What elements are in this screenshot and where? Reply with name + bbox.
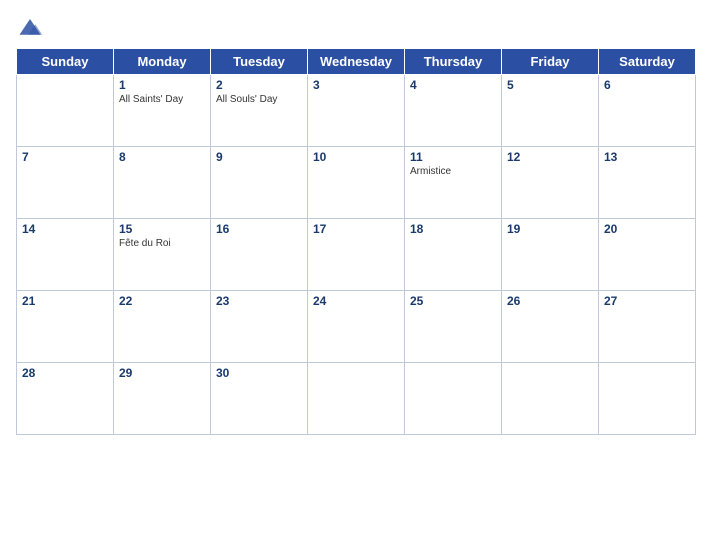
calendar-week-1: 1 All Saints' Day 2 All Souls' Day 3456: [17, 75, 696, 147]
day-number: 2: [216, 78, 302, 92]
holiday-label: Fête du Roi: [119, 238, 205, 249]
calendar-cell[interactable]: 27: [599, 291, 696, 363]
calendar-cell[interactable]: [599, 363, 696, 435]
calendar-cell[interactable]: [502, 363, 599, 435]
calendar-cell[interactable]: 18: [405, 219, 502, 291]
calendar-cell[interactable]: 20: [599, 219, 696, 291]
logo: [16, 12, 48, 40]
calendar-cell[interactable]: 21: [17, 291, 114, 363]
calendar-cell[interactable]: 9: [211, 147, 308, 219]
calendar-week-3: 14 15 Fête du Roi 16 17 18 19 20: [17, 219, 696, 291]
day-number: 14: [22, 222, 108, 236]
day-number: 18: [410, 222, 496, 236]
weekday-header-wednesday: Wednesday: [308, 49, 405, 75]
logo-icon: [16, 12, 44, 40]
day-number: 24: [313, 294, 399, 308]
weekday-header-tuesday: Tuesday: [211, 49, 308, 75]
calendar-cell[interactable]: 19: [502, 219, 599, 291]
holiday-label: Armistice: [410, 166, 496, 177]
day-number: 17: [313, 222, 399, 236]
calendar-cell[interactable]: 17: [308, 219, 405, 291]
calendar-cell[interactable]: 7: [17, 147, 114, 219]
weekday-header-sunday: Sunday: [17, 49, 114, 75]
calendar-cell[interactable]: 8: [114, 147, 211, 219]
weekday-header-monday: Monday: [114, 49, 211, 75]
day-number: 4: [410, 78, 496, 92]
day-number: 19: [507, 222, 593, 236]
day-number: 6: [604, 78, 690, 92]
calendar-cell[interactable]: 6: [599, 75, 696, 147]
calendar-cell[interactable]: [17, 75, 114, 147]
day-number: 13: [604, 150, 690, 164]
calendar-cell[interactable]: 22: [114, 291, 211, 363]
calendar-cell[interactable]: 12: [502, 147, 599, 219]
calendar-cell[interactable]: [308, 363, 405, 435]
calendar-cell[interactable]: 5: [502, 75, 599, 147]
calendar-cell[interactable]: 16: [211, 219, 308, 291]
calendar-container: SundayMondayTuesdayWednesdayThursdayFrid…: [0, 0, 712, 550]
calendar-cell[interactable]: 26: [502, 291, 599, 363]
calendar-week-5: 28 29 30: [17, 363, 696, 435]
calendar-cell[interactable]: 13: [599, 147, 696, 219]
day-number: 1: [119, 78, 205, 92]
day-number: 23: [216, 294, 302, 308]
calendar-cell[interactable]: 28: [17, 363, 114, 435]
day-number: 25: [410, 294, 496, 308]
day-number: 10: [313, 150, 399, 164]
weekday-header-friday: Friday: [502, 49, 599, 75]
day-number: 29: [119, 366, 205, 380]
calendar-cell[interactable]: 14: [17, 219, 114, 291]
calendar-cell[interactable]: 30: [211, 363, 308, 435]
day-number: 11: [410, 150, 496, 164]
day-number: 15: [119, 222, 205, 236]
day-number: 27: [604, 294, 690, 308]
day-number: 3: [313, 78, 399, 92]
day-number: 5: [507, 78, 593, 92]
calendar-header: [16, 12, 696, 40]
calendar-table: SundayMondayTuesdayWednesdayThursdayFrid…: [16, 48, 696, 435]
calendar-cell[interactable]: 24: [308, 291, 405, 363]
holiday-label: All Souls' Day: [216, 94, 302, 105]
calendar-cell[interactable]: 1 All Saints' Day: [114, 75, 211, 147]
day-number: 22: [119, 294, 205, 308]
weekday-header-thursday: Thursday: [405, 49, 502, 75]
day-number: 8: [119, 150, 205, 164]
weekday-header-row: SundayMondayTuesdayWednesdayThursdayFrid…: [17, 49, 696, 75]
calendar-cell[interactable]: 25: [405, 291, 502, 363]
day-number: 30: [216, 366, 302, 380]
day-number: 28: [22, 366, 108, 380]
calendar-week-4: 21 22 23 24 25 26 27: [17, 291, 696, 363]
calendar-cell[interactable]: 11 Armistice: [405, 147, 502, 219]
calendar-cell[interactable]: 29: [114, 363, 211, 435]
weekday-header-saturday: Saturday: [599, 49, 696, 75]
calendar-cell[interactable]: [405, 363, 502, 435]
day-number: 12: [507, 150, 593, 164]
calendar-cell[interactable]: 15 Fête du Roi: [114, 219, 211, 291]
day-number: 26: [507, 294, 593, 308]
day-number: 20: [604, 222, 690, 236]
calendar-cell[interactable]: 2 All Souls' Day: [211, 75, 308, 147]
day-number: 21: [22, 294, 108, 308]
day-number: 16: [216, 222, 302, 236]
calendar-week-2: 789 10 11 Armistice 12 13: [17, 147, 696, 219]
day-number: 9: [216, 150, 302, 164]
calendar-cell[interactable]: 3: [308, 75, 405, 147]
day-number: 7: [22, 150, 108, 164]
calendar-cell[interactable]: 23: [211, 291, 308, 363]
calendar-cell[interactable]: 10: [308, 147, 405, 219]
holiday-label: All Saints' Day: [119, 94, 205, 105]
calendar-cell[interactable]: 4: [405, 75, 502, 147]
